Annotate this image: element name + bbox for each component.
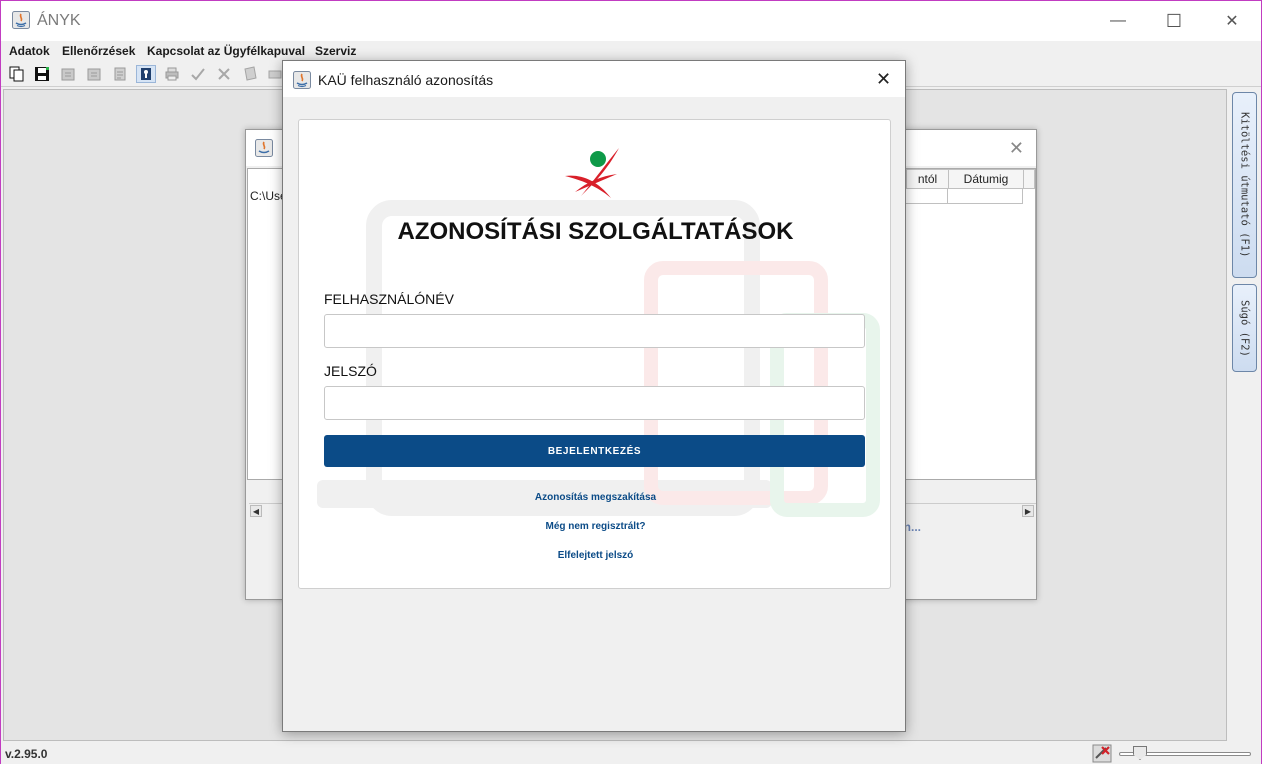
close-icon: ✕: [1225, 13, 1239, 30]
save-icon: [35, 67, 49, 81]
kau-dialog-title: KAÜ felhasználó azonosítás: [318, 72, 494, 88]
password-field[interactable]: [324, 386, 865, 420]
menu-bar: Adatok Ellenőrzések Kapcsolat az Ügyfélk…: [1, 41, 1261, 61]
status-bar: v.2.95.0: [1, 743, 1261, 764]
document-icon: [87, 68, 101, 81]
maximize-icon: ☐: [1165, 10, 1183, 31]
app-title: ÁNYK: [37, 12, 81, 29]
copy-icon: [9, 66, 24, 82]
maximize-button[interactable]: ☐: [1145, 1, 1203, 41]
minimize-icon: —: [1110, 12, 1126, 29]
toolbar-button-4[interactable]: [84, 65, 104, 83]
tab-kitoltesi-utmutato-label: Kitöltési útmutató (F1): [1238, 112, 1251, 258]
document-icon: [114, 67, 126, 81]
username-label: FELHASZNÁLÓNÉV: [324, 291, 454, 307]
key-button[interactable]: [136, 65, 156, 83]
app-window: ÁNYK — ☐ ✕ Adatok Ellenőrzések Kapcsolat…: [0, 0, 1262, 764]
toolbar-button-10[interactable]: [240, 65, 260, 83]
cross-button[interactable]: [214, 65, 234, 83]
toolbar-button-5[interactable]: [110, 65, 130, 83]
print-icon: [165, 67, 179, 81]
menu-adatok[interactable]: Adatok: [9, 44, 50, 58]
login-card: AZONOSÍTÁSI SZOLGÁLTATÁSOK FELHASZNÁLÓNÉ…: [298, 119, 891, 589]
save-button[interactable]: [32, 65, 52, 83]
username-field[interactable]: [324, 314, 865, 348]
background-dialog-close-icon[interactable]: ✕: [1009, 138, 1024, 159]
java-icon: [293, 71, 311, 89]
document-icon: [61, 68, 75, 81]
side-panel: Kitöltési útmutató (F1) Súgó (F2): [1229, 89, 1261, 741]
version-label: v.2.95.0: [5, 747, 48, 761]
tab-kitoltesi-utmutato[interactable]: Kitöltési útmutató (F1): [1232, 92, 1257, 278]
scroll-left-icon[interactable]: ◀: [250, 505, 262, 517]
column-header-extra: [1023, 169, 1035, 189]
cross-icon: [218, 68, 230, 80]
copy-button[interactable]: [7, 65, 27, 83]
kau-dialog-close-icon[interactable]: ✕: [876, 69, 891, 90]
login-button[interactable]: BEJELENTKEZÉS: [324, 435, 865, 467]
title-bar: ÁNYK — ☐ ✕: [1, 1, 1261, 41]
menu-ellenorzesek[interactable]: Ellenőrzések: [62, 44, 135, 58]
close-button[interactable]: ✕: [1203, 1, 1261, 41]
column-header-datumtol[interactable]: ntól: [906, 169, 949, 189]
java-icon: [255, 139, 273, 157]
menu-ugyfelkapu[interactable]: Kapcsolat az Ügyfélkapuval: [147, 44, 305, 58]
key-icon: [141, 68, 151, 80]
tab-sugo-label: Súgó (F2): [1238, 299, 1251, 357]
column-header-datumig[interactable]: Dátumig: [948, 169, 1024, 189]
table-cell[interactable]: [948, 189, 1023, 204]
page-title: AZONOSÍTÁSI SZOLGÁLTATÁSOK: [397, 218, 794, 245]
check-icon: [191, 68, 205, 81]
forgot-password-link[interactable]: Elfelejtett jelszó: [299, 550, 890, 561]
kau-logo: [565, 148, 619, 198]
minimize-button[interactable]: —: [1089, 1, 1147, 41]
zoom-thumb[interactable]: [1133, 746, 1147, 760]
register-link[interactable]: Még nem regisztrált?: [299, 521, 890, 532]
print-button[interactable]: [162, 65, 182, 83]
scroll-right-icon[interactable]: ▶: [1022, 505, 1034, 517]
menu-szerviz[interactable]: Szerviz: [315, 44, 356, 58]
zoom-slider[interactable]: [1119, 746, 1251, 761]
status-error-icon[interactable]: [1092, 744, 1112, 763]
tab-sugo[interactable]: Súgó (F2): [1232, 284, 1257, 372]
toolbar-button-3[interactable]: [58, 65, 78, 83]
check-button[interactable]: [188, 65, 208, 83]
password-label: JELSZÓ: [324, 363, 377, 379]
document-icon: [244, 66, 257, 81]
java-icon: [12, 11, 30, 29]
kau-dialog-header: KAÜ felhasználó azonosítás ✕: [283, 61, 905, 97]
kau-auth-dialog: KAÜ felhasználó azonosítás ✕ AZONOSÍTÁSI…: [282, 60, 906, 732]
document-icon: [268, 70, 282, 79]
table-cell[interactable]: [906, 189, 948, 204]
cancel-auth-link[interactable]: Azonosítás megszakítása: [299, 492, 890, 503]
